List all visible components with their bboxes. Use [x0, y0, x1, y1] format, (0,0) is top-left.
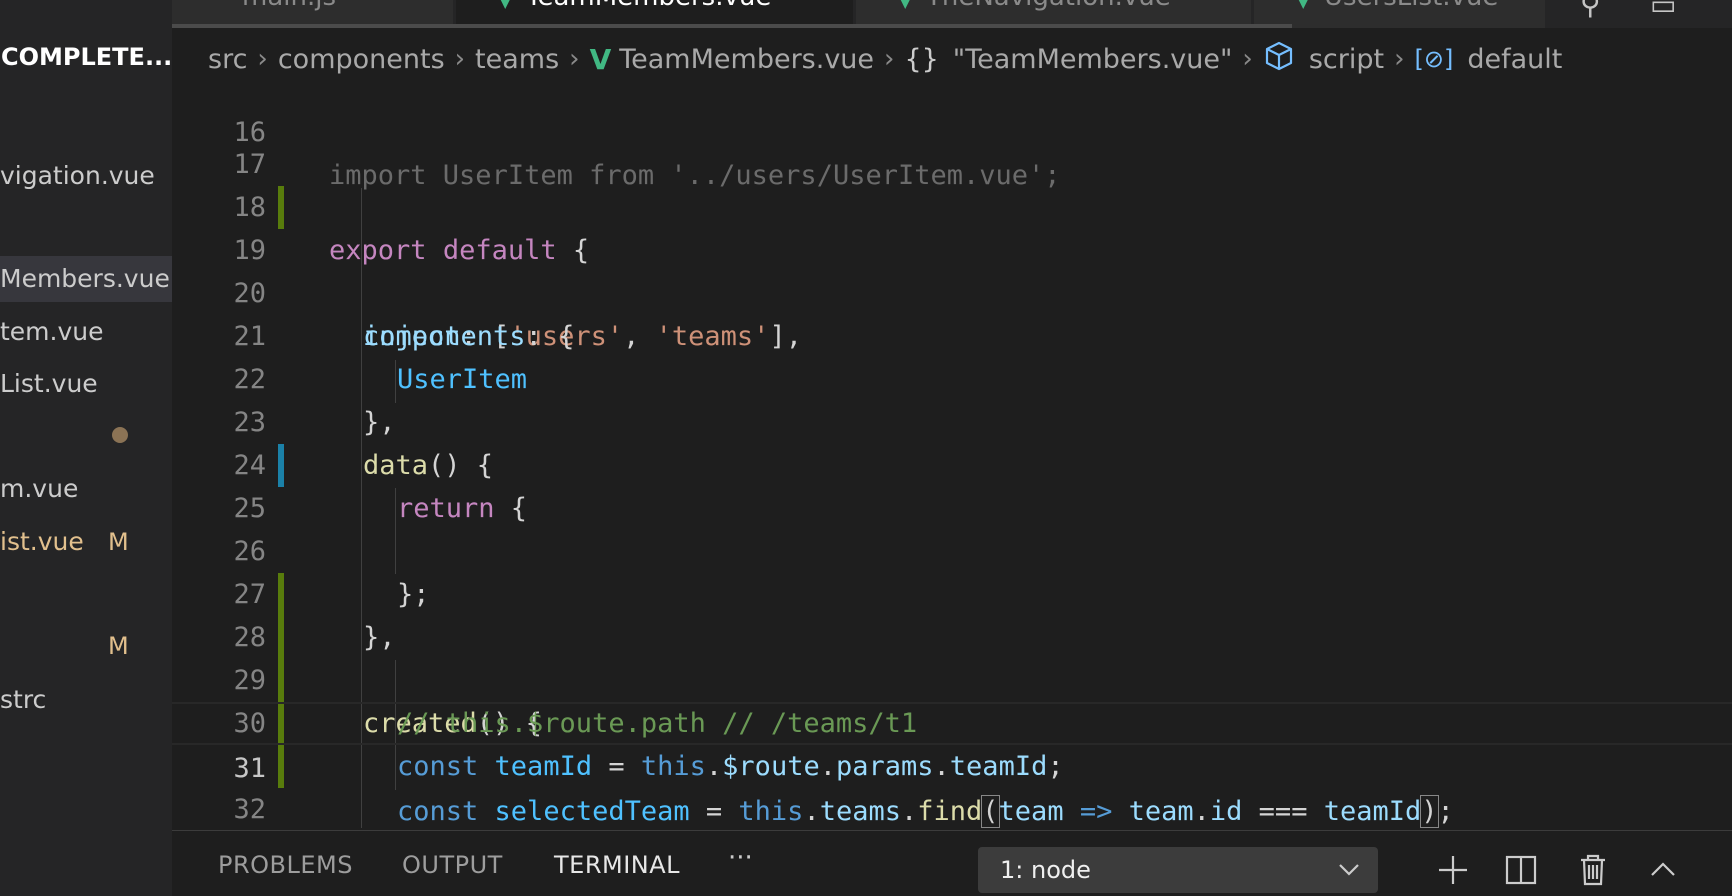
chevron-right-icon: › [1394, 44, 1405, 74]
code-line: 17 [172, 100, 1732, 180]
code-line: 30 const teamId = this.$route.params.tea… [172, 659, 1732, 782]
breadcrumb-components[interactable]: components [278, 44, 445, 75]
unsaved-dot-icon [112, 427, 128, 443]
code-line: 24 return { [172, 401, 1732, 524]
explorer-item-team-members[interactable]: Members.vue [0, 256, 172, 302]
tab-label: UsersList.vue [1324, 0, 1498, 12]
explorer-item-label: tem.vue [0, 317, 104, 346]
gutter-added-marker[interactable] [278, 186, 284, 229]
explorer-item-label: vigation.vue [0, 161, 155, 190]
code-line: 20 components: { [172, 229, 1732, 352]
explorer-item-the-navigation[interactable]: vigation.vue [0, 153, 172, 199]
ellipsis-icon[interactable]: ··· [728, 843, 753, 873]
code-line: 18 export default { [172, 143, 1732, 266]
chevron-right-icon: › [1242, 44, 1253, 74]
terminal-select[interactable]: 1: node [978, 847, 1378, 893]
chevron-right-icon: › [569, 44, 580, 74]
code-line: 32 } [172, 745, 1732, 825]
modified-badge: M [108, 632, 129, 660]
chevron-down-icon [1338, 847, 1360, 896]
code-editor[interactable]: 16 import UserItem from '../users/UserIt… [172, 90, 1732, 830]
breadcrumb-default[interactable]: default [1467, 44, 1562, 75]
explorer-item-label: ist.vue [0, 527, 84, 556]
vue-icon: ▼ [896, 0, 914, 12]
code-line: 19 inject: ['users', 'teams'], [172, 186, 1732, 352]
split-terminal-icon[interactable] [1504, 853, 1538, 891]
code-line: 25 [172, 444, 1732, 524]
chevron-right-icon: › [884, 44, 895, 74]
tab-label: main.js [242, 0, 336, 12]
breadcrumb: src › components › teams › V TeamMembers… [172, 28, 1732, 90]
explorer-item-label: Members.vue [0, 264, 170, 293]
code-line: 27 }, [172, 530, 1732, 653]
tab-problems[interactable]: PROBLEMS [218, 851, 353, 879]
code-line: 26 }; [172, 487, 1732, 610]
code-line: 28 created() { [172, 573, 1732, 788]
braces-icon: {} [904, 43, 939, 75]
tab-output[interactable]: OUTPUT [402, 851, 503, 879]
code-line: 22 }, [172, 315, 1732, 438]
explorer-item-label: strc [0, 685, 47, 714]
explorer-item-users-list[interactable]: List.vue [0, 361, 172, 407]
reference-icon: [⊘] [1414, 45, 1454, 73]
explorer-item-label: m.vue [0, 474, 79, 503]
code-line: 33 }; [172, 788, 1732, 830]
breadcrumb-teams[interactable]: teams [475, 44, 559, 75]
chevron-right-icon: › [454, 44, 466, 74]
tab-terminal[interactable]: TERMINAL [554, 851, 680, 879]
cube-icon [1263, 40, 1295, 79]
more-actions-icon[interactable]: ▭ [1650, 0, 1676, 21]
breadcrumb-src[interactable]: src [208, 44, 247, 75]
explorer-sidebar: COMPLETE... vigation.vue Members.vue tem… [0, 0, 172, 896]
split-editor-icon[interactable]: ⚲ [1580, 0, 1601, 21]
vue-icon: ▼ [1294, 0, 1312, 12]
breadcrumb-file[interactable]: TeamMembers.vue [619, 44, 874, 75]
explorer-item-team-item[interactable]: m.vue [0, 466, 172, 512]
modified-badge: M [108, 528, 129, 556]
editor-tab-bar: main.js ▼ TeamMembers.vue ▼ TheNavigatio… [0, 0, 1732, 28]
plus-icon[interactable] [1436, 853, 1470, 891]
chevron-up-icon[interactable] [1646, 853, 1680, 891]
explorer-item-eslintrc[interactable]: strc [0, 677, 172, 723]
breadcrumb-script[interactable]: script [1309, 44, 1384, 75]
gutter-modified-marker[interactable] [278, 444, 284, 487]
code-line: 21 UserItem [172, 272, 1732, 395]
vue-icon: V [589, 42, 612, 76]
code-line: 23 data() { [172, 358, 1732, 481]
explorer-section-header[interactable]: COMPLETE... [0, 28, 172, 86]
terminal-select-value: 1: node [1000, 856, 1091, 884]
explorer-item-teams-list[interactable]: ist.vue M [0, 519, 172, 565]
code-line: 29 // this.$route.path // /teams/t1 [172, 616, 1732, 739]
vue-icon: ▼ [496, 0, 514, 12]
breadcrumb-module[interactable]: "TeamMembers.vue" [953, 44, 1233, 75]
explorer-item-user-item[interactable]: tem.vue [0, 309, 172, 355]
tab-label: TheNavigation.vue [926, 0, 1171, 12]
code-line-current: 31 const selectedTeam = this.teams.find(… [172, 702, 1732, 828]
chevron-right-icon: › [257, 44, 268, 74]
tab-label: TeamMembers.vue [526, 0, 771, 12]
tab-users-list-vue[interactable]: ▼ UsersList.vue [1254, 0, 1546, 28]
explorer-item-label: List.vue [0, 369, 98, 398]
bottom-panel: PROBLEMS OUTPUT TERMINAL ··· 1: node [172, 830, 1732, 896]
explorer-item-modified-file[interactable]: M [0, 623, 172, 669]
trash-icon[interactable] [1576, 853, 1610, 891]
